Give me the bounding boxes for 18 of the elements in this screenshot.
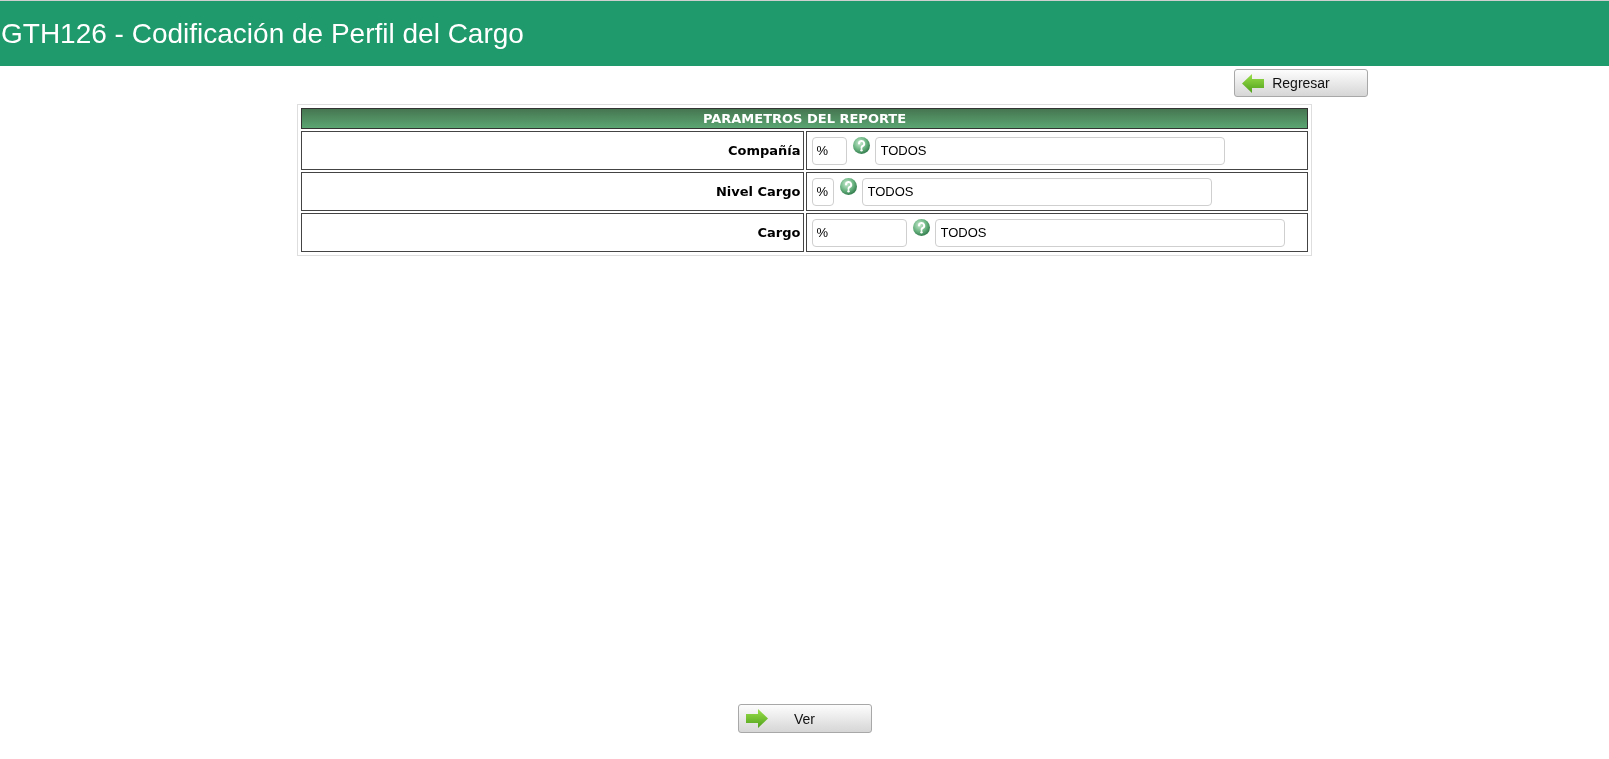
- help-icon[interactable]: [912, 219, 930, 236]
- description-field[interactable]: TODOS: [861, 177, 1212, 206]
- code-field[interactable]: %: [811, 218, 907, 247]
- field-label: Cargo: [301, 213, 804, 252]
- code-field[interactable]: %: [811, 177, 834, 206]
- back-button[interactable]: Regresar: [1234, 69, 1368, 97]
- arrow-left-icon: [1242, 73, 1264, 93]
- page-title: GTH126 - Codificación de Perfil del Cargo: [0, 19, 524, 48]
- code-field[interactable]: %: [811, 136, 847, 165]
- arrow-right-icon: [745, 709, 768, 728]
- field-label: Compañía: [301, 131, 804, 170]
- help-icon[interactable]: [852, 137, 870, 154]
- help-icon[interactable]: [839, 178, 857, 195]
- panel-title: PARAMETROS DEL REPORTE: [301, 108, 1308, 129]
- description-field[interactable]: TODOS: [874, 136, 1225, 165]
- field-label: Nivel Cargo: [301, 172, 804, 211]
- view-button[interactable]: Ver: [737, 704, 872, 733]
- description-field[interactable]: TODOS: [934, 218, 1285, 247]
